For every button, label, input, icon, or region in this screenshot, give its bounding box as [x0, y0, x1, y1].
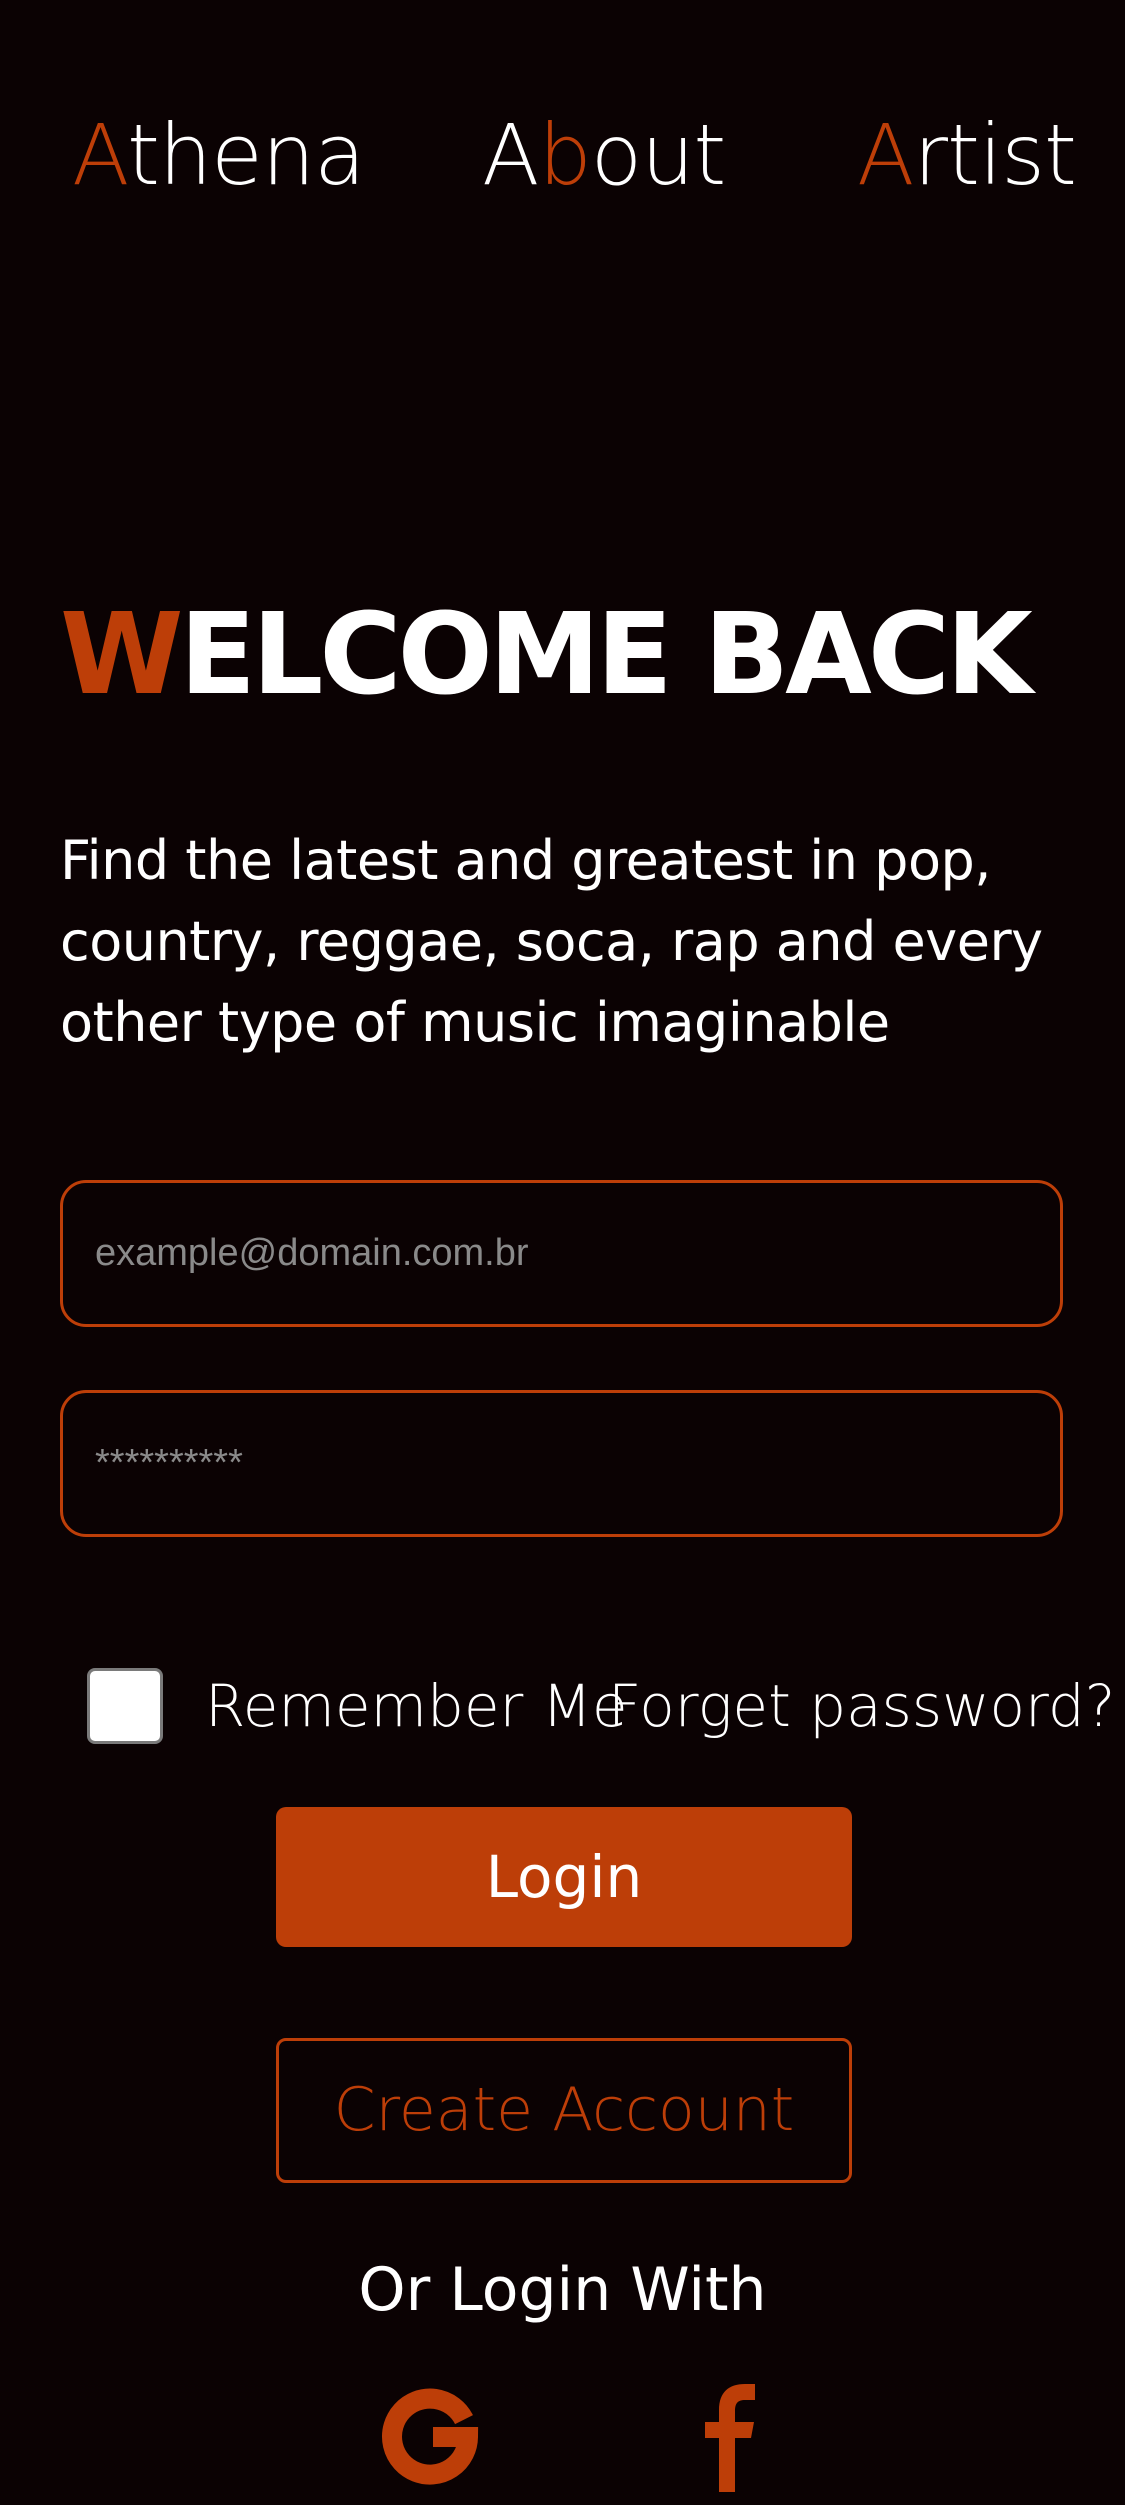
- page-title-rest: ELCOME BACK: [179, 590, 1033, 720]
- forgot-password-link[interactable]: Forget password?: [608, 1668, 1115, 1744]
- nav-athena-link[interactable]: Athena: [72, 100, 366, 210]
- page-title-initial: W: [60, 590, 184, 720]
- google-icon[interactable]: [375, 2382, 485, 2492]
- login-button[interactable]: Login: [276, 1807, 852, 1947]
- remember-me-checkbox[interactable]: [87, 1668, 163, 1744]
- nav-artist-rest: rtist: [913, 106, 1077, 204]
- nav-athena-rest: thena: [127, 106, 366, 204]
- password-field[interactable]: [60, 1390, 1063, 1537]
- nav-about-link[interactable]: About: [482, 100, 727, 210]
- page-title: WELCOME BACK: [60, 590, 1033, 720]
- top-nav: Athena About Artist: [0, 100, 1125, 210]
- nav-about-accent: b: [538, 106, 591, 204]
- social-login-heading: Or Login With: [358, 2255, 767, 2325]
- remember-me-label: Remember Me: [205, 1672, 628, 1740]
- nav-athena-initial: A: [72, 106, 128, 204]
- email-field[interactable]: [60, 1180, 1063, 1327]
- create-account-button[interactable]: Create Account: [276, 2038, 852, 2183]
- facebook-icon[interactable]: [675, 2382, 785, 2492]
- page-subtitle: Find the latest and greatest in pop, cou…: [60, 829, 1043, 1054]
- nav-about-initial: A: [482, 106, 539, 204]
- nav-artist-link[interactable]: Artist: [857, 100, 1077, 210]
- nav-artist-initial: A: [857, 106, 914, 204]
- nav-about-rest: out: [590, 106, 727, 204]
